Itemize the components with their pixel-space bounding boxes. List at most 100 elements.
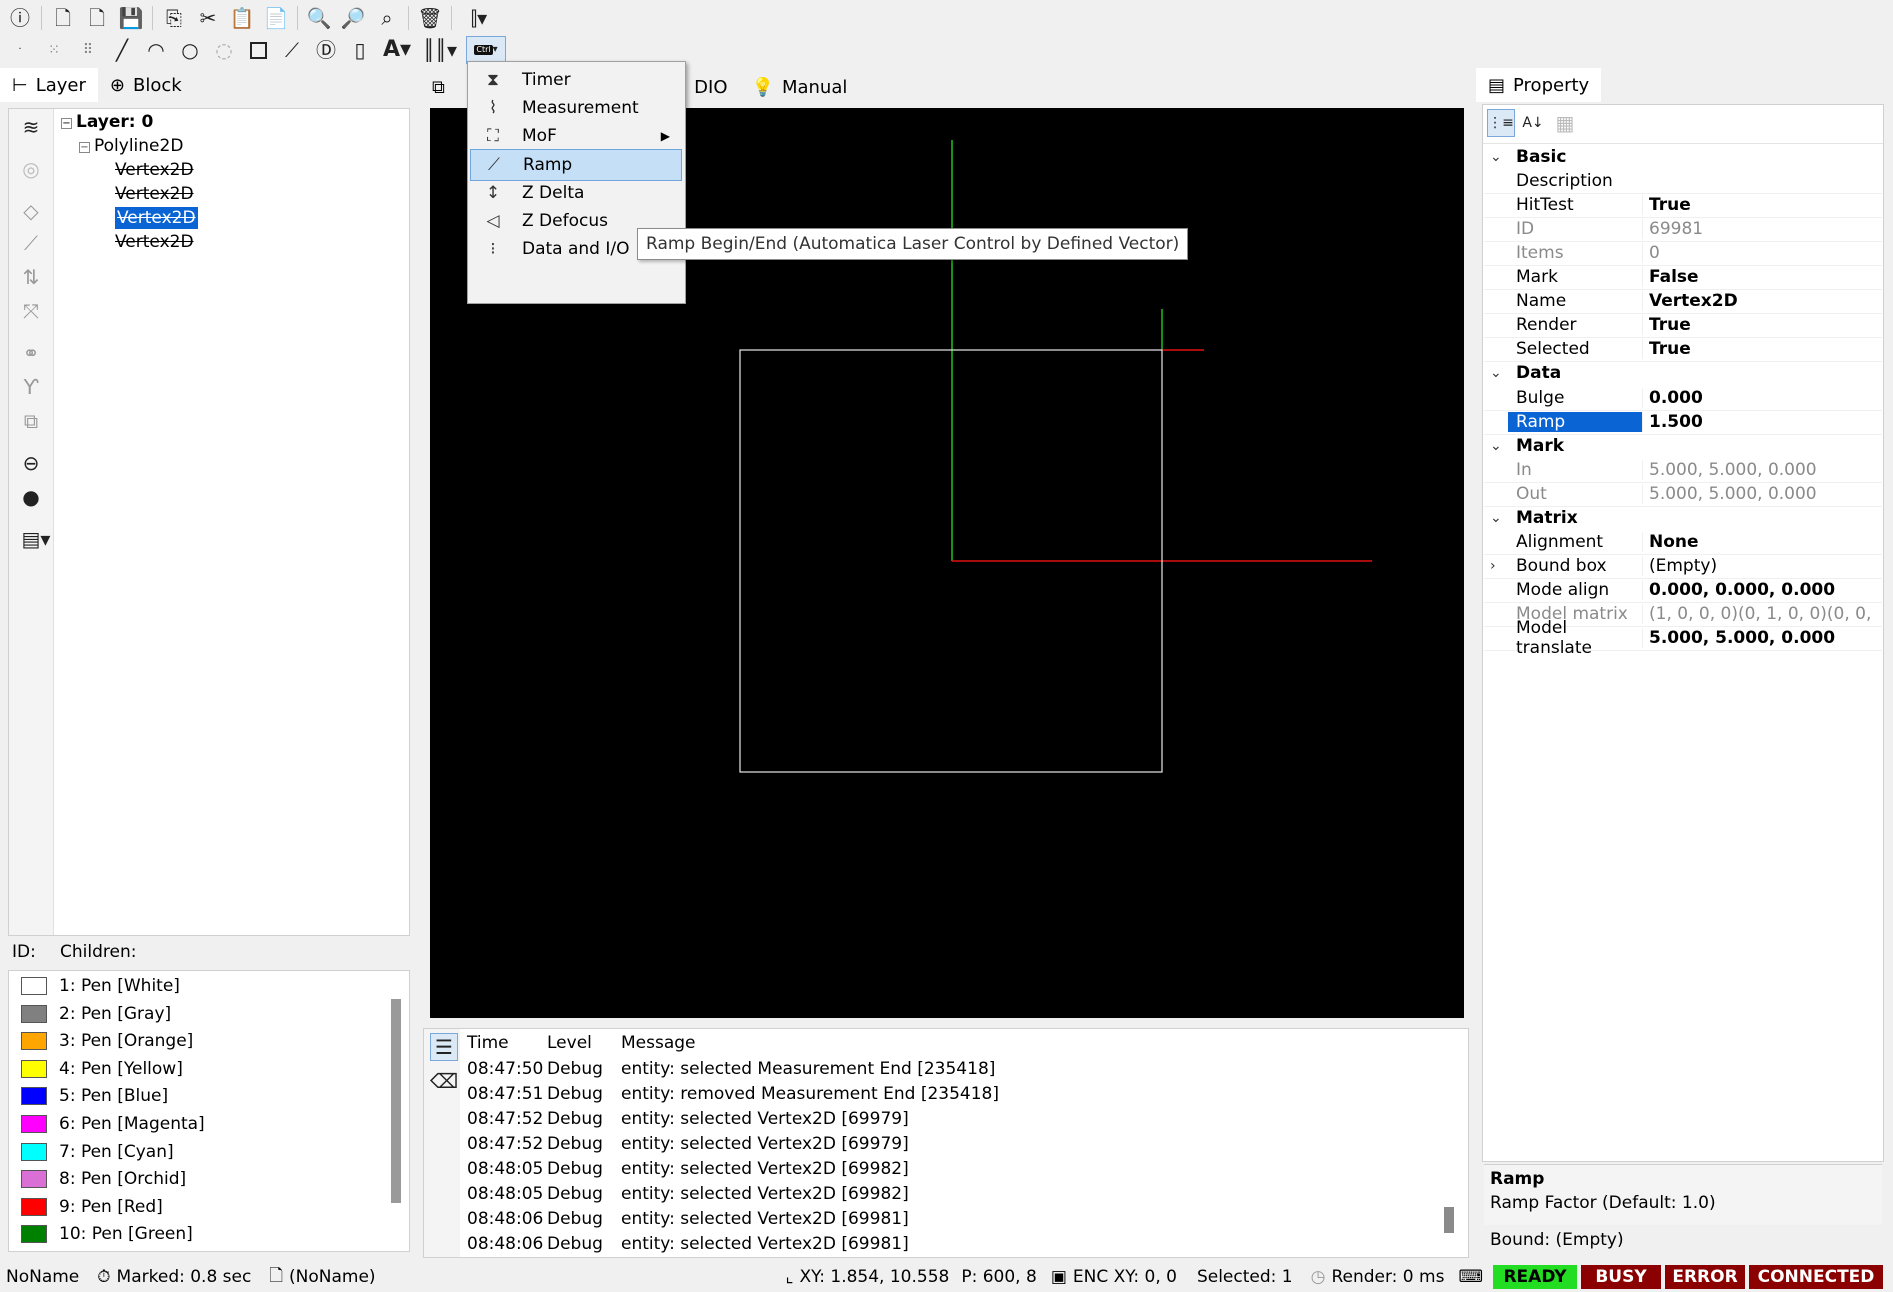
property-value[interactable]: 0.000 [1642,387,1703,408]
log-row[interactable]: 08:48:05 Debug entity: selected Vertex2D [… [467,1156,909,1181]
category-mark[interactable]: ⌄ Mark [1484,434,1882,458]
trepan-icon[interactable]: Ⓓ [312,36,340,64]
log-row[interactable]: 08:47:51 Debug entity: removed Measurement… [467,1081,999,1106]
pen-item[interactable]: 3: Pen [Orange] [21,1028,193,1054]
chevron-right-icon[interactable]: › [1490,558,1496,574]
property-row-hittest[interactable]: HitTest True [1484,193,1882,219]
log-row[interactable]: 08:47:52 Debug entity: selected Vertex2D [… [467,1131,909,1156]
pen-item[interactable]: 6: Pen [Magenta] [21,1111,205,1137]
group-icon[interactable]: ⚭ [17,339,45,367]
tree-vertex[interactable]: Vertex2D [115,183,194,205]
chevron-down-icon[interactable]: ⌄ [1490,365,1502,381]
polyline-icon[interactable]: ⟋ [278,36,306,64]
delete-icon[interactable]: 🗑 [416,4,444,32]
chevron-down-icon[interactable]: ⌄ [1490,149,1502,165]
category-data[interactable]: ⌄ Data [1484,361,1882,385]
log-row[interactable]: 08:48:05 Debug entity: selected Vertex2D [… [467,1181,909,1206]
align-icon[interactable]: ⫿▾ [459,4,499,32]
property-value[interactable]: True [1642,339,1691,360]
property-row-out[interactable]: Out 5.000, 5.000, 0.000 [1484,482,1882,507]
property-value[interactable]: 69981 [1642,219,1703,240]
log-row[interactable]: 08:48:06 Debug entity: selected Vertex2D [… [467,1231,909,1256]
property-value[interactable]: 5.000, 5.000, 0.000 [1642,483,1817,504]
log-row[interactable]: 08:47:52 Debug entity: selected Vertex2D [… [467,1106,909,1131]
property-value[interactable]: 5.000, 5.000, 0.000 [1642,628,1835,648]
info-icon[interactable]: ⓘ [6,4,34,32]
point-icon[interactable]: · [6,36,34,64]
cut-icon[interactable]: ✂ [194,4,222,32]
line-icon[interactable]: ╱ [108,36,136,64]
barcode-icon[interactable]: ║║▾ [420,36,460,64]
path-icon[interactable]: ⟋ [17,229,45,257]
pen-item[interactable]: 9: Pen [Red] [21,1194,163,1220]
menu-item-timer[interactable]: ⧗ Timer [470,64,682,96]
zoom-in-icon[interactable]: 🔎 [339,4,367,32]
chevron-down-icon[interactable]: ⌄ [1490,510,1502,526]
property-value[interactable]: True [1642,195,1691,216]
branch-icon[interactable]: Ƴ [17,373,45,401]
menu-item-ramp[interactable]: ⟋ Ramp [470,148,682,181]
properties-menu-icon[interactable]: ▤▾ [17,525,55,553]
control-icon[interactable]: Ctrl ▾ [466,36,506,64]
log-row[interactable]: 08:48:06 Debug entity: selected Vertex2D [… [467,1206,909,1231]
property-row-alignment[interactable]: Alignment None [1484,530,1882,555]
menu-item-z-delta[interactable]: ↕ Z Delta [470,177,682,209]
clipboard-icon[interactable]: 📄 [262,4,290,32]
property-row-modeltranslate[interactable]: Model translate 5.000, 5.000, 0.000 [1484,618,1882,658]
tree-polyline[interactable]: − Polyline2D [79,135,183,157]
save-icon[interactable]: 💾 [117,4,145,32]
zoom-out-icon[interactable]: 🔍 [305,4,333,32]
tree-vertex-selected[interactable]: Vertex2D [115,207,198,229]
collapse-icon[interactable]: − [79,142,90,153]
layers-icon[interactable]: ≋ [17,113,45,141]
dot-grid-icon[interactable]: ⁙ [40,36,68,64]
category-matrix[interactable]: ⌄ Matrix [1484,506,1882,530]
category-basic[interactable]: ⌄ Basic [1484,145,1882,169]
text-icon[interactable]: A▾ [380,36,414,64]
property-value[interactable]: (1, 0, 0, 0)(0, 1, 0, 0)(0, 0, [1642,603,1871,624]
move-up-icon[interactable]: ⊖ [17,449,45,477]
property-row-boundbox[interactable]: › Bound box (Empty) [1484,554,1882,579]
property-row-bulge[interactable]: Bulge 0.000 [1484,386,1882,411]
tree-vertex[interactable]: Vertex2D [115,159,194,181]
tab-manual[interactable]: 💡 Manual [740,70,860,104]
property-value[interactable]: True [1642,315,1691,336]
menu-item-measurement[interactable]: ⌇ Measurement [470,92,682,124]
property-row-ramp[interactable]: Ramp 1.500 [1484,410,1882,435]
log-list-icon[interactable]: ☰ [430,1033,458,1061]
pen-item[interactable]: 10: Pen [Green] [21,1221,193,1247]
pen-item[interactable]: 5: Pen [Blue] [21,1083,168,1109]
property-row-render[interactable]: Render True [1484,313,1882,339]
move-down-icon[interactable]: ● [17,483,45,511]
spiral-icon[interactable]: ◌ [210,36,238,64]
new-document-icon[interactable]: 🗋 [49,4,77,32]
tab-editor[interactable]: ⧉ [430,70,457,104]
categorized-icon[interactable]: ⋮≡ [1487,109,1515,137]
property-row-items[interactable]: Items 0 [1484,241,1882,267]
property-row-mark[interactable]: Mark False [1484,265,1882,291]
property-value[interactable]: 1.500 [1642,411,1703,432]
pen-scrollbar[interactable] [391,999,401,1203]
property-row-description[interactable]: Description [1484,169,1882,195]
3d-icon[interactable]: ◎ [17,155,45,183]
arc-icon[interactable]: ◠ [142,36,170,64]
menu-item-mof[interactable]: ⛶ MoF ▶ [470,120,682,152]
copy-entity-icon[interactable]: ⧉ [17,407,45,435]
dot-grid-dense-icon[interactable]: ⠿ [74,36,102,64]
circle-icon[interactable]: ○ [176,36,204,64]
explode-icon[interactable]: ⤧ [17,297,45,325]
log-scrollbar[interactable] [1444,1207,1454,1233]
pen-item[interactable]: 7: Pen [Cyan] [21,1139,174,1165]
pen-item[interactable]: 4: Pen [Yellow] [21,1056,183,1082]
property-value[interactable]: 0 [1642,243,1660,264]
property-value[interactable]: 0.000, 0.000, 0.000 [1642,579,1835,600]
sort-icon[interactable]: ⇅ [17,263,45,291]
property-row-selected[interactable]: Selected True [1484,337,1882,363]
property-row-name[interactable]: Name Vertex2D [1484,289,1882,315]
pen-item[interactable]: 2: Pen [Gray] [21,1001,171,1027]
sort-alpha-icon[interactable]: A↓ [1519,109,1547,137]
property-value[interactable]: (Empty) [1642,555,1717,576]
tree-vertex[interactable]: Vertex2D [115,231,194,253]
pen-item[interactable]: 8: Pen [Orchid] [21,1166,186,1192]
property-row-id[interactable]: ID 69981 [1484,217,1882,243]
